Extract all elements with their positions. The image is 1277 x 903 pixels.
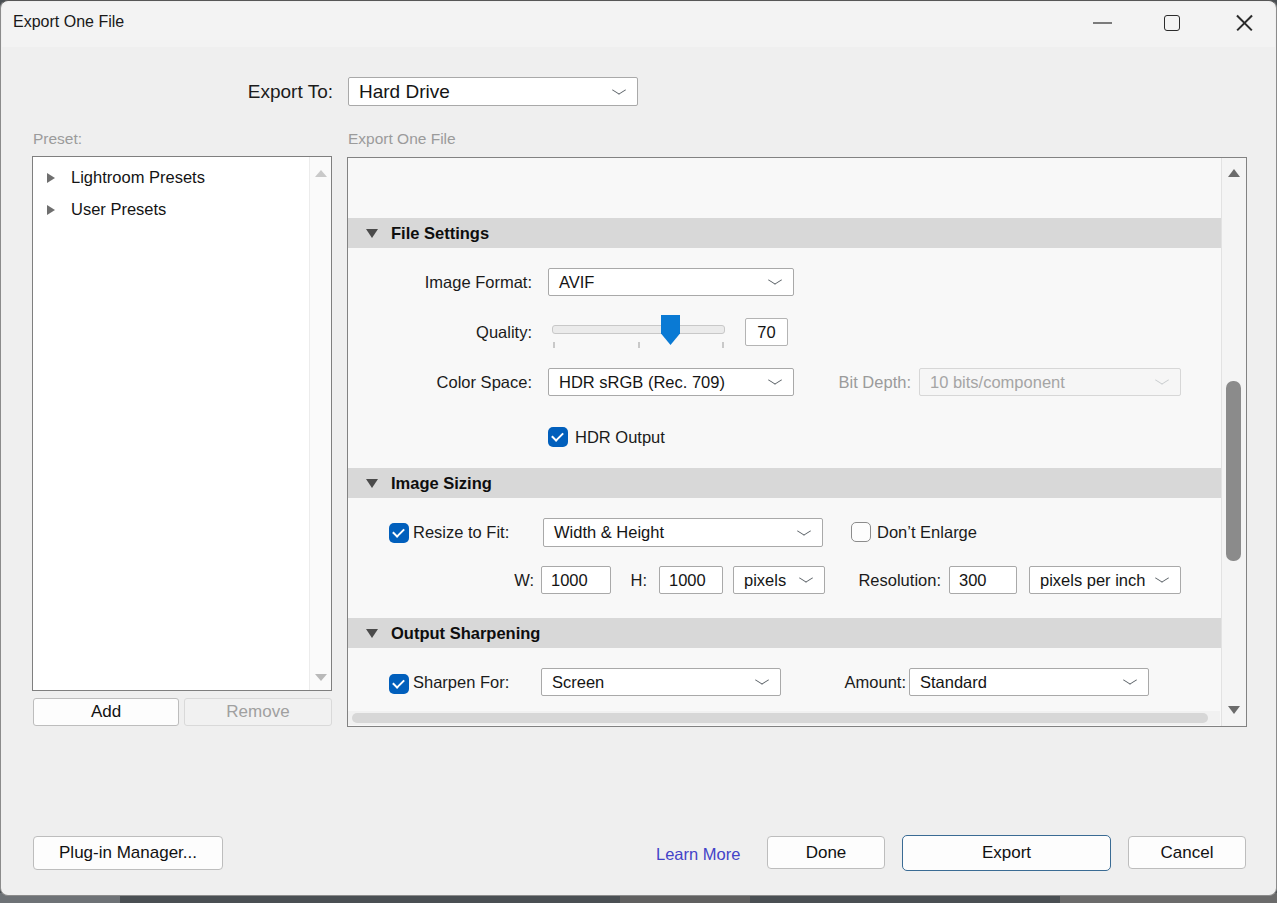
export-button-label: Export xyxy=(982,843,1031,863)
sharpen-for-checkbox[interactable] xyxy=(389,674,409,694)
color-space-value: HDR sRGB (Rec. 709) xyxy=(559,373,725,392)
export-to-select[interactable]: Hard Drive xyxy=(348,77,638,106)
chevron-down-icon xyxy=(612,85,626,94)
slider-tick xyxy=(638,342,640,348)
image-format-label: Image Format: xyxy=(332,268,532,296)
maximize-icon[interactable] xyxy=(1164,15,1180,31)
cancel-button[interactable]: Cancel xyxy=(1128,836,1246,869)
bit-depth-select: 10 bits/component xyxy=(919,368,1181,396)
chevron-down-icon xyxy=(768,276,782,285)
horizontal-scroll-thumb[interactable] xyxy=(352,713,1208,723)
section-title: Image Sizing xyxy=(391,474,492,493)
add-button[interactable]: Add xyxy=(33,698,179,726)
resize-to-fit-value: Width & Height xyxy=(554,523,664,542)
main-panel-label: Export One File xyxy=(348,130,456,148)
sharpen-for-value: Screen xyxy=(552,673,604,692)
width-label: W: xyxy=(481,566,534,594)
resolution-value: 300 xyxy=(959,571,987,590)
export-dialog: Export One File Export To: Hard Drive Pr… xyxy=(0,0,1277,896)
scroll-down-icon[interactable] xyxy=(315,674,327,681)
chevron-down-icon xyxy=(1155,376,1169,385)
chevron-down-icon xyxy=(797,526,811,535)
sharpen-for-label: Sharpen For: xyxy=(413,668,509,696)
slider-tick xyxy=(553,342,555,348)
resize-to-fit-select[interactable]: Width & Height xyxy=(543,518,823,547)
export-to-value: Hard Drive xyxy=(359,81,450,103)
bit-depth-value: 10 bits/component xyxy=(930,373,1065,392)
titlebar xyxy=(2,2,1275,47)
hdr-output-label: HDR Output xyxy=(575,427,665,447)
resolution-unit-select[interactable]: pixels per inch xyxy=(1029,566,1181,594)
add-button-label: Add xyxy=(91,702,121,722)
dont-enlarge-label: Don’t Enlarge xyxy=(877,518,977,547)
scroll-up-icon[interactable] xyxy=(1228,169,1240,177)
amount-label: Amount: xyxy=(761,668,906,696)
preset-item-lightroom[interactable]: Lightroom Presets xyxy=(47,168,205,187)
section-output-sharpening[interactable]: Output Sharpening xyxy=(348,618,1221,648)
section-title: File Settings xyxy=(391,224,489,243)
export-to-label: Export To: xyxy=(201,77,333,106)
quality-value-input[interactable]: 70 xyxy=(745,318,788,346)
quality-label: Quality: xyxy=(332,318,532,346)
height-value: 1000 xyxy=(669,571,706,590)
hdr-output-checkbox[interactable] xyxy=(548,427,568,447)
section-file-settings[interactable]: File Settings xyxy=(348,218,1221,248)
minimize-icon[interactable] xyxy=(1093,22,1112,24)
preset-item-label: Lightroom Presets xyxy=(71,168,205,187)
color-space-label: Color Space: xyxy=(332,368,532,396)
close-icon[interactable] xyxy=(1235,14,1252,31)
collapse-triangle-icon[interactable] xyxy=(366,229,378,238)
preset-item-label: User Presets xyxy=(71,200,166,219)
expand-triangle-icon[interactable] xyxy=(47,173,55,183)
chevron-down-icon xyxy=(1155,574,1169,583)
scroll-down-icon[interactable] xyxy=(1228,706,1240,714)
preset-item-user[interactable]: User Presets xyxy=(47,200,166,219)
scroll-up-icon[interactable] xyxy=(315,170,327,177)
resize-to-fit-checkbox[interactable] xyxy=(389,523,409,543)
preset-list: Lightroom Presets User Presets xyxy=(32,156,332,691)
dont-enlarge-checkbox[interactable] xyxy=(851,522,871,542)
vertical-scrollbar[interactable] xyxy=(1221,158,1246,726)
export-button[interactable]: Export xyxy=(902,835,1111,871)
amount-value: Standard xyxy=(920,673,987,692)
chevron-down-icon xyxy=(1123,676,1137,685)
amount-select[interactable]: Standard xyxy=(909,668,1149,696)
width-value: 1000 xyxy=(551,571,588,590)
bit-depth-label: Bit Depth: xyxy=(741,368,911,396)
cancel-button-label: Cancel xyxy=(1161,843,1214,863)
image-format-value: AVIF xyxy=(559,273,594,292)
resize-to-fit-label: Resize to Fit: xyxy=(413,518,509,547)
slider-tick xyxy=(722,342,724,348)
collapse-triangle-icon[interactable] xyxy=(366,479,378,488)
collapse-triangle-icon[interactable] xyxy=(366,629,378,638)
window-title: Export One File xyxy=(13,13,124,31)
quality-value: 70 xyxy=(757,323,775,342)
plugin-manager-button[interactable]: Plug-in Manager... xyxy=(33,836,223,870)
height-input[interactable]: 1000 xyxy=(659,566,723,594)
vertical-scroll-thumb[interactable] xyxy=(1226,381,1241,561)
expand-triangle-icon[interactable] xyxy=(47,205,55,215)
plugin-manager-label: Plug-in Manager... xyxy=(59,843,197,863)
done-button-label: Done xyxy=(806,843,847,863)
done-button[interactable]: Done xyxy=(767,836,885,869)
image-format-select[interactable]: AVIF xyxy=(548,268,794,296)
unit-value: pixels xyxy=(744,571,786,590)
remove-button-label: Remove xyxy=(226,702,289,722)
horizontal-scrollbar[interactable] xyxy=(348,711,1220,725)
height-label: H: xyxy=(601,566,647,594)
sharpen-for-select[interactable]: Screen xyxy=(541,668,781,696)
resolution-unit-value: pixels per inch xyxy=(1040,571,1145,590)
remove-button[interactable]: Remove xyxy=(184,698,332,726)
preset-scrollbar[interactable] xyxy=(309,157,331,690)
resolution-label: Resolution: xyxy=(791,566,941,594)
quality-slider-track[interactable] xyxy=(552,325,725,334)
resolution-input[interactable]: 300 xyxy=(949,566,1017,594)
section-image-sizing[interactable]: Image Sizing xyxy=(348,468,1221,498)
section-title: Output Sharpening xyxy=(391,624,540,643)
learn-more-link[interactable]: Learn More xyxy=(656,845,740,864)
preset-label: Preset: xyxy=(33,130,82,148)
